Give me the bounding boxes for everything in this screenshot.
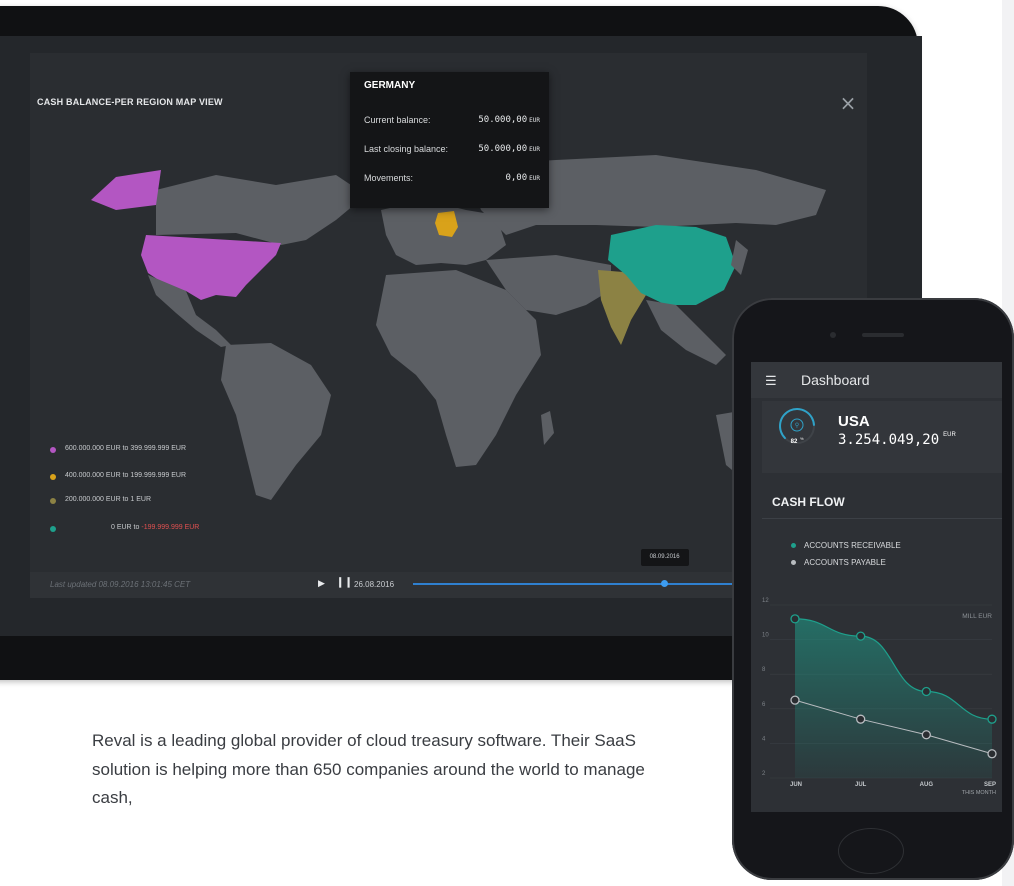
app-title: Dashboard bbox=[801, 372, 870, 388]
tooltip-row-movements: Movements: 0,00 EUR bbox=[364, 173, 540, 187]
tooltip-row-current-balance: Current balance: 50.000,00 EUR bbox=[364, 115, 540, 129]
cash-flow-chart: 2 4 6 8 10 12 MILL EUR JUN JUL AUG SEP THIS MONTH bbox=[762, 598, 997, 796]
legend-item: 400.000.000 EUR to 199.999.999 EUR bbox=[50, 471, 290, 483]
timeline-tooltip: 08.09.2016 bbox=[640, 549, 689, 566]
y-tick-label: 6 bbox=[762, 702, 766, 708]
payable-point bbox=[790, 695, 800, 705]
cash-flow-title: CASH FLOW bbox=[772, 495, 845, 509]
receivable-point bbox=[790, 614, 800, 624]
divider bbox=[762, 518, 1002, 519]
map-region-alaska bbox=[91, 170, 161, 210]
y-tick-label: 8 bbox=[762, 667, 766, 673]
unit-label: MILL EUR bbox=[962, 613, 992, 620]
legend-item: 200.000.000 EUR to 1 EUR bbox=[50, 495, 290, 507]
y-tick-label: 12 bbox=[762, 598, 769, 604]
tooltip-label: Movements: bbox=[364, 173, 414, 183]
tooltip-row-last-closing-balance: Last closing balance: 50.000,00 EUR bbox=[364, 144, 540, 158]
region-balance: 3.254.049,20 EUR bbox=[838, 432, 956, 448]
y-tick-label: 10 bbox=[762, 633, 769, 639]
gauge-percent: 82 bbox=[791, 439, 798, 445]
intro-paragraph: Reval is a leading global provider of cl… bbox=[92, 731, 645, 807]
region-name: USA bbox=[838, 413, 870, 430]
close-icon[interactable]: × bbox=[838, 93, 858, 113]
x-tick-label: JUN bbox=[790, 782, 802, 788]
last-updated-text: Last updated 08.09.2016 13:01:45 CET bbox=[50, 580, 191, 589]
receivable-point bbox=[921, 686, 931, 697]
tooltip-value: 50.000,00 EUR bbox=[478, 144, 540, 154]
receivable-point bbox=[856, 631, 866, 641]
x-tick-label: JUL bbox=[855, 782, 867, 788]
x-tick-label: SEP bbox=[984, 782, 996, 788]
phone-speaker bbox=[862, 333, 904, 337]
receivable-area bbox=[795, 618, 992, 778]
tooltip-label: Current balance: bbox=[364, 115, 431, 125]
country-tooltip: GERMANY Current balance: 50.000,00 EUR La… bbox=[350, 72, 549, 208]
timeline-track[interactable] bbox=[413, 583, 753, 585]
phone-home-button[interactable] bbox=[838, 828, 904, 874]
map-region-southeast-asia bbox=[646, 300, 726, 365]
pause-icon[interactable]: ❙❙ bbox=[336, 577, 353, 588]
legend-item: 0 EUR to -199.999.999 EUR bbox=[50, 523, 290, 535]
play-icon[interactable]: ▶ bbox=[318, 578, 325, 589]
tooltip-label: Last closing balance: bbox=[364, 144, 449, 154]
tooltip-value: 0,00 EUR bbox=[505, 173, 540, 183]
map-region-madagascar bbox=[541, 411, 554, 445]
payable-point bbox=[856, 714, 866, 724]
timeline-start-date: 26.08.2016 bbox=[354, 580, 395, 589]
phone-camera bbox=[830, 332, 836, 338]
hamburger-icon[interactable]: ☰ bbox=[765, 374, 777, 387]
location-pin-icon: ⚲ bbox=[795, 422, 799, 429]
balance-gauge: ⚲ 82 % bbox=[779, 408, 815, 445]
gauge-percent-unit: % bbox=[800, 436, 804, 441]
x-tick-sublabel: THIS MONTH bbox=[962, 790, 996, 796]
x-tick-label: AUG bbox=[920, 782, 934, 788]
legend-item: ACCOUNTS PAYABLE bbox=[791, 558, 886, 567]
tooltip-value: 50.000,00 EUR bbox=[478, 115, 540, 125]
tooltip-country-name: GERMANY bbox=[364, 80, 416, 91]
payable-point bbox=[987, 749, 997, 759]
map-title: CASH BALANCE-PER REGION MAP VIEW bbox=[37, 97, 223, 107]
app-header bbox=[751, 362, 1002, 398]
y-tick-label: 4 bbox=[762, 736, 766, 742]
y-tick-label: 2 bbox=[762, 771, 766, 777]
legend-item: ACCOUNTS RECEIVABLE bbox=[791, 541, 901, 550]
map-region-canada bbox=[156, 175, 366, 245]
payable-point bbox=[921, 730, 931, 740]
receivable-point bbox=[987, 714, 997, 724]
legend-item: 600.000.000 EUR to 399.999.999 EUR bbox=[50, 444, 290, 456]
